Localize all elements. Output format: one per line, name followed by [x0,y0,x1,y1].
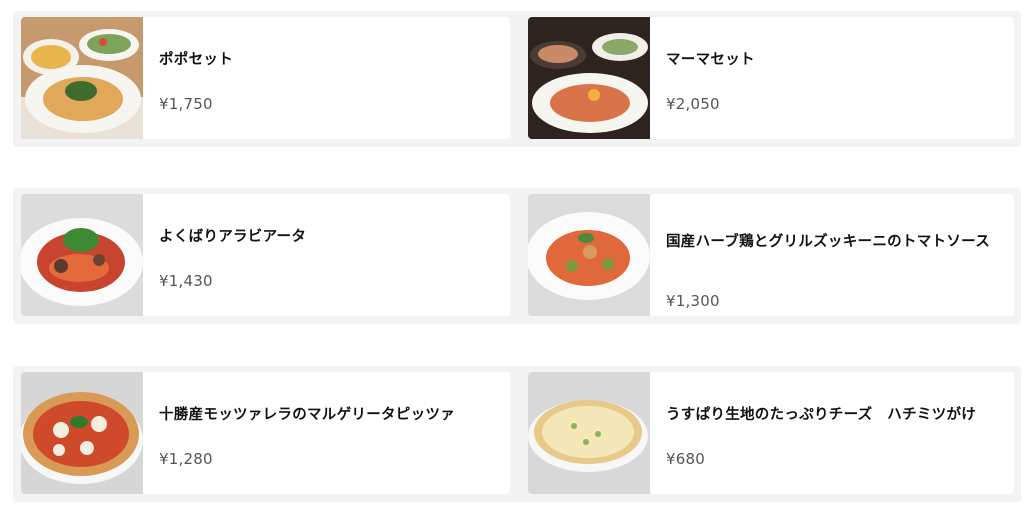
menu-item-price: ¥1,750 [159,95,213,113]
menu-item-price: ¥680 [666,450,705,468]
menu-card-margherita[interactable]: 十勝産モッツァレラのマルゲリータピッツァ ¥1,280 [21,372,510,494]
menu-row-1: ポポセット ¥1,750 マーマセット ¥2,050 [13,11,1021,147]
menu-item-price: ¥1,300 [666,292,720,310]
menu-item-name: よくばりアラビアータ [159,229,307,245]
set-meal-photo [528,17,650,139]
menu-item-price: ¥1,430 [159,272,213,290]
menu-item-name: 十勝産モッツァレラのマルゲリータピッツァ [159,407,455,423]
menu-card-honey-cheese-pizza[interactable]: うすぱり生地のたっぷりチーズ ハチミツがけ ¥680 [528,372,1014,494]
menu-item-price: ¥2,050 [666,95,720,113]
menu-item-name: うすぱり生地のたっぷりチーズ ハチミツがけ [666,407,977,423]
set-meal-photo [21,17,143,139]
pasta-photo [528,194,650,316]
menu-item-price: ¥1,280 [159,450,213,468]
menu-card-mama-set[interactable]: マーマセット ¥2,050 [528,17,1014,139]
menu-row-2: よくばりアラビアータ ¥1,430 国産ハーブ鶏とグリルズッキーニのトマトソース… [13,188,1021,324]
menu-card-popo-set[interactable]: ポポセット ¥1,750 [21,17,510,139]
menu-item-name: 国産ハーブ鶏とグリルズッキーニのトマトソース [666,234,991,250]
menu-card-herb-chicken-tomato[interactable]: 国産ハーブ鶏とグリルズッキーニのトマトソース ¥1,300 [528,194,1014,316]
menu-item-name: マーマセット [666,52,755,68]
menu-item-name: ポポセット [159,52,233,68]
menu-card-arrabbiata[interactable]: よくばりアラビアータ ¥1,430 [21,194,510,316]
pasta-photo [21,194,143,316]
pizza-photo [528,372,650,494]
menu-row-3: 十勝産モッツァレラのマルゲリータピッツァ ¥1,280 うすぱり生地のたっぷりチ… [13,366,1021,502]
pizza-photo [21,372,143,494]
